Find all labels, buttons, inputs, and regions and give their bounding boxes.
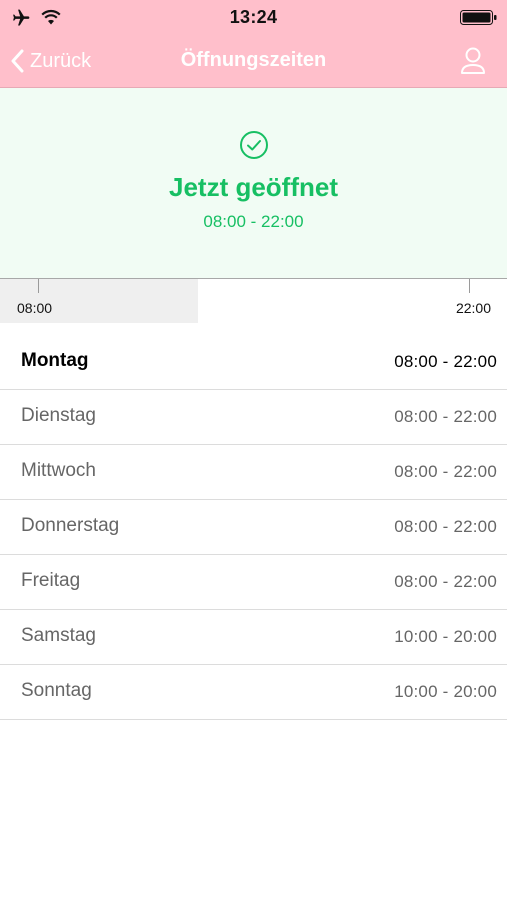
day-name: Samstag: [21, 625, 96, 646]
status-time: 13:24: [229, 7, 278, 27]
check-circle-icon: [240, 131, 268, 159]
day-hours: 10:00 - 20:00: [394, 627, 497, 646]
day-name: Montag: [21, 350, 89, 371]
weekly-hours-list: Montag 08:00 - 22:00 Dienstag 08:00 - 22…: [0, 335, 507, 720]
timeline-tick-end: [469, 279, 470, 293]
day-row-dienstag: Dienstag 08:00 - 22:00: [0, 390, 507, 445]
day-hours: 08:00 - 22:00: [394, 572, 497, 591]
day-name: Donnerstag: [21, 515, 120, 536]
battery-icon: [460, 10, 497, 25]
day-row-montag: Montag 08:00 - 22:00: [0, 335, 507, 390]
day-row-mittwoch: Mittwoch 08:00 - 22:00: [0, 445, 507, 500]
day-name: Mittwoch: [21, 460, 96, 481]
day-row-samstag: Samstag 10:00 - 20:00: [0, 610, 507, 665]
day-name: Dienstag: [21, 405, 96, 426]
day-hours: 10:00 - 20:00: [394, 682, 497, 701]
day-row-sonntag: Sonntag 10:00 - 20:00: [0, 665, 507, 720]
day-hours: 08:00 - 22:00: [394, 517, 497, 536]
status-bar: 13:24: [0, 0, 507, 36]
timeline-tick-start: [38, 279, 39, 293]
day-name: Sonntag: [21, 680, 92, 701]
day-row-donnerstag: Donnerstag 08:00 - 22:00: [0, 500, 507, 555]
opening-timeline: 08:00 22:00: [0, 278, 507, 323]
day-name: Freitag: [21, 570, 81, 591]
timeline-axis: [0, 278, 507, 279]
timeline-end-label: 22:00: [455, 300, 491, 316]
open-status-banner: Jetzt geöffnet 08:00 - 22:00: [0, 88, 507, 278]
user-icon[interactable]: [459, 46, 487, 76]
day-hours: 08:00 - 22:00: [394, 352, 497, 371]
day-hours: 08:00 - 22:00: [394, 407, 497, 426]
nav-bar: Zurück Öffnungszeiten: [0, 36, 507, 86]
opening-hours-screen: 13:24 Zurück Öffnungszeiten Jetzt geöffn…: [0, 0, 507, 900]
open-status-hours: 08:00 - 22:00: [203, 212, 304, 231]
header: 13:24 Zurück Öffnungszeiten: [0, 0, 507, 88]
day-row-freitag: Freitag 08:00 - 22:00: [0, 555, 507, 610]
timeline-start-label: 08:00: [17, 300, 53, 316]
day-hours: 08:00 - 22:00: [394, 462, 497, 481]
page-title: Öffnungszeiten: [180, 49, 327, 71]
open-status-title: Jetzt geöffnet: [169, 172, 338, 202]
